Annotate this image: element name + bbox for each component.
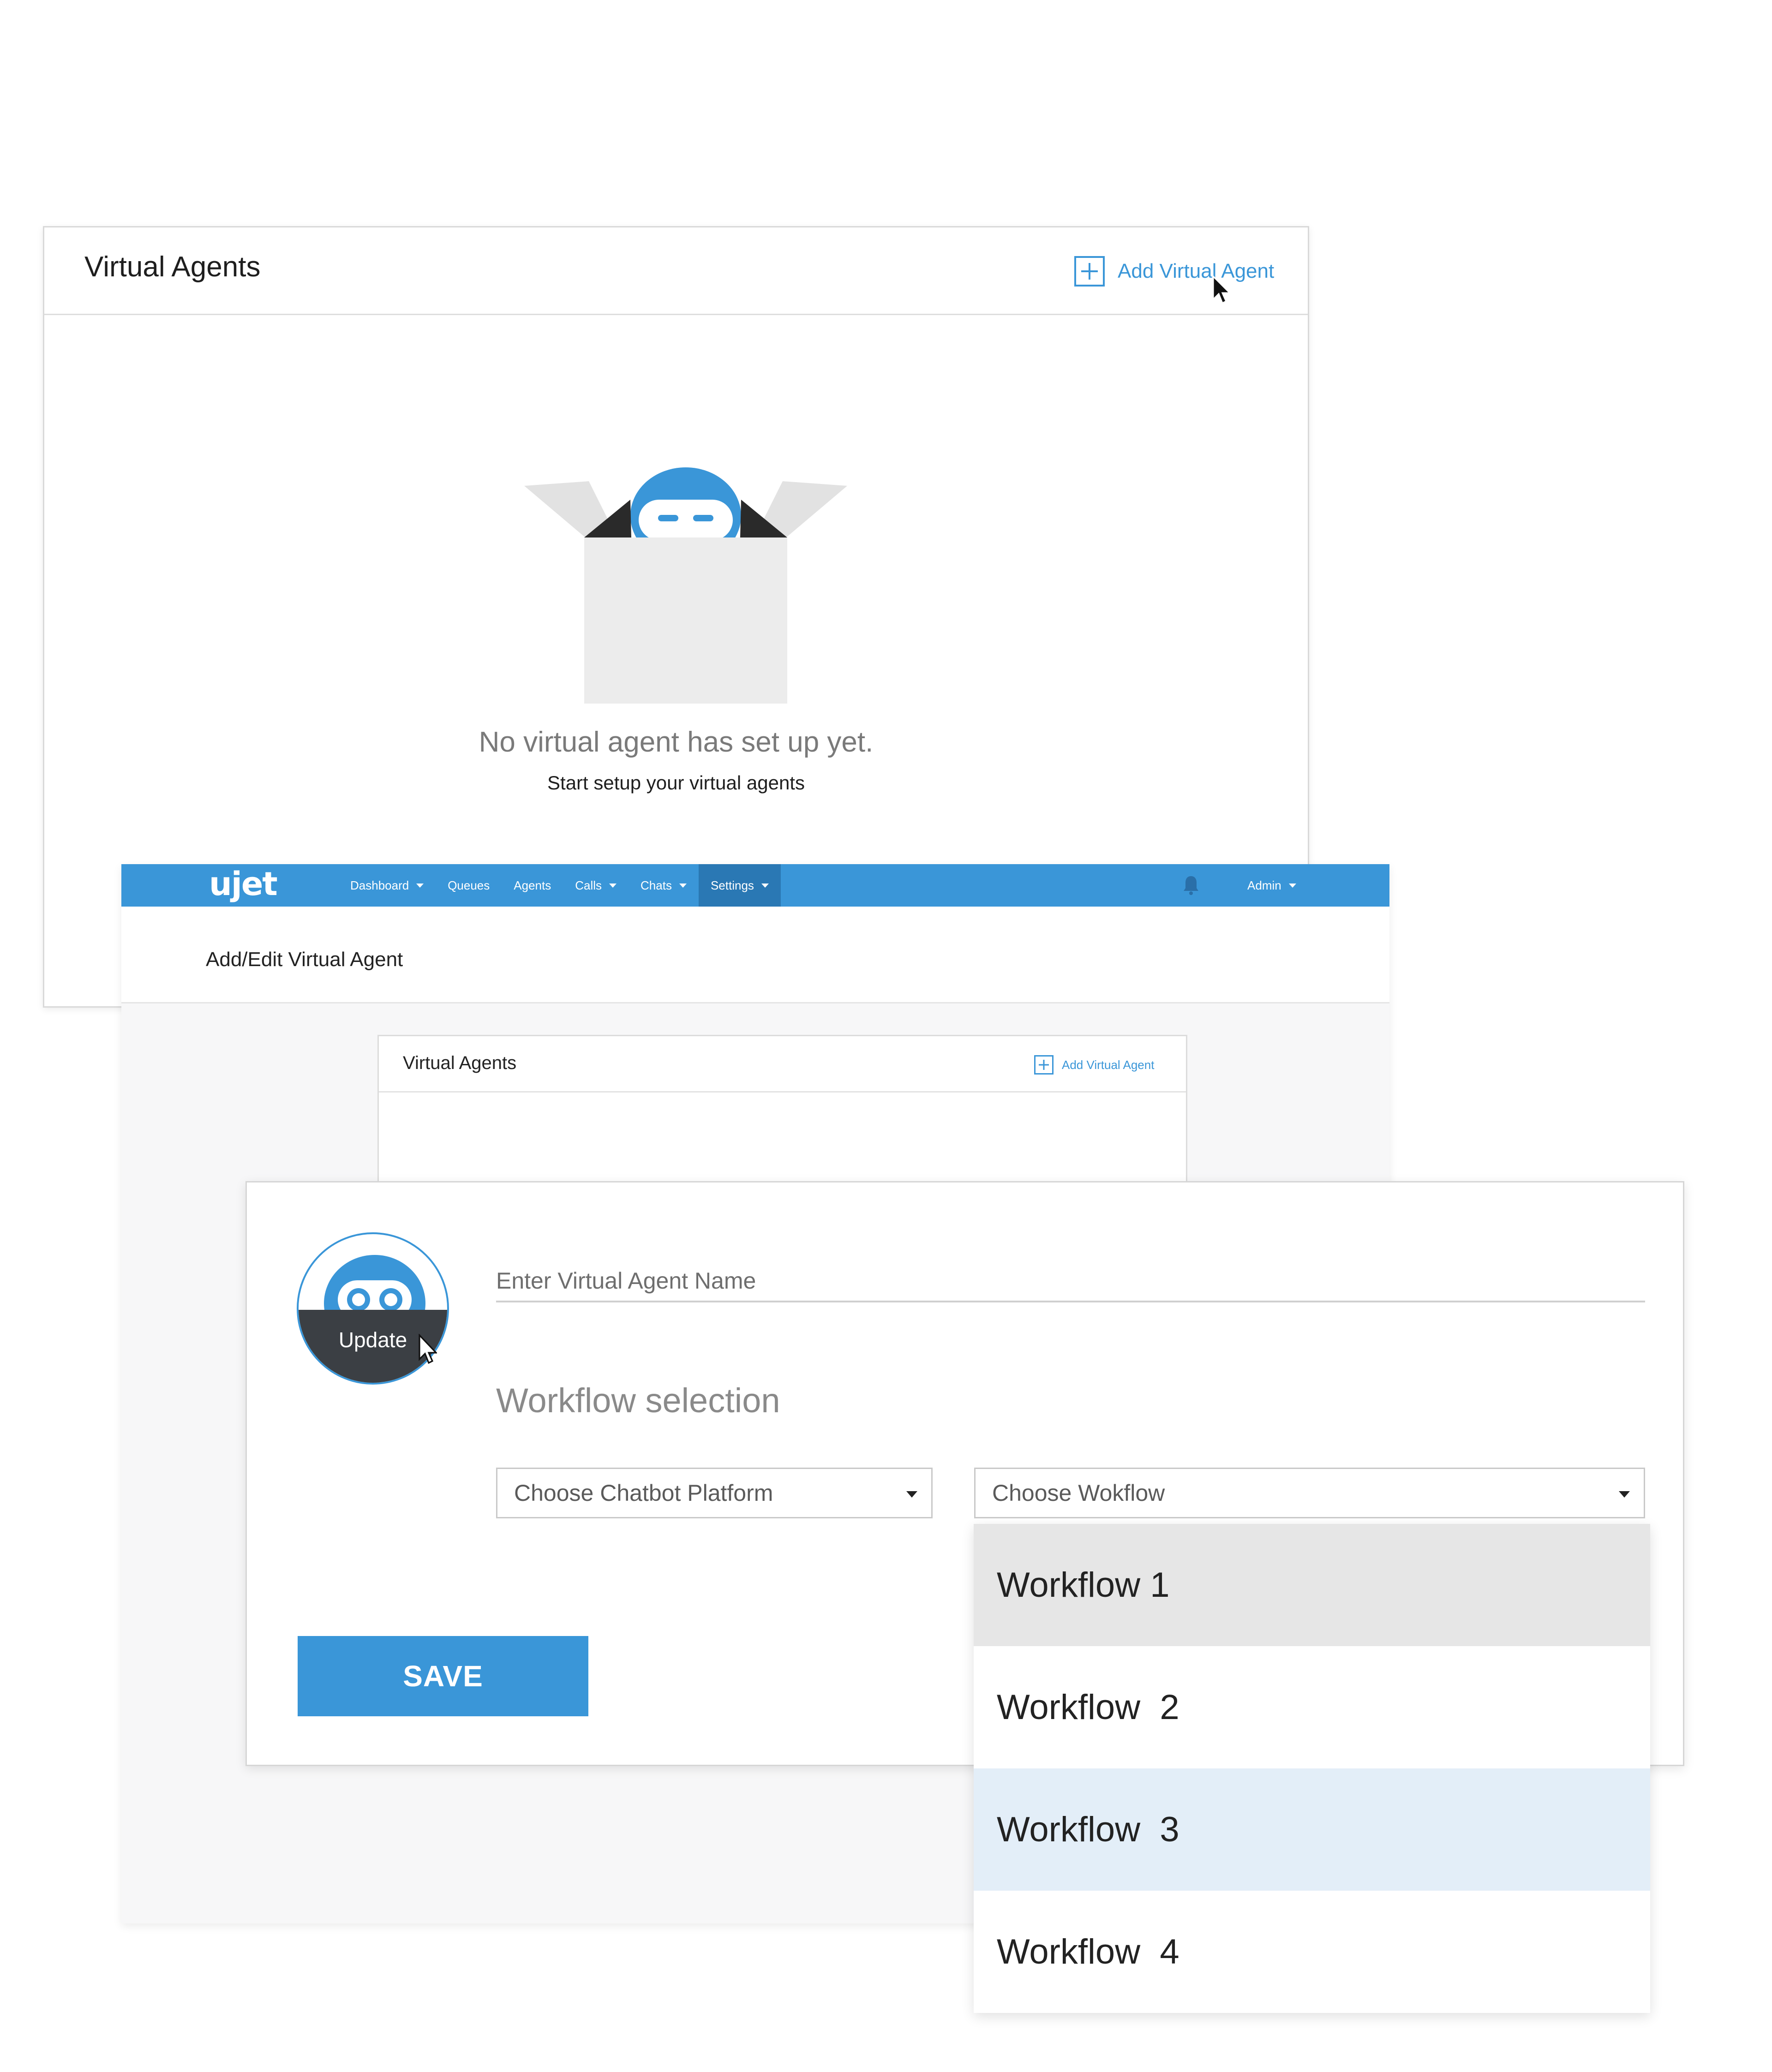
mouse-cursor-icon (419, 1334, 437, 1364)
chatbot-platform-value: Choose Chatbot Platform (514, 1480, 773, 1506)
plus-square-icon (1034, 1055, 1054, 1075)
chevron-down-icon (609, 883, 617, 888)
nav-item-queues[interactable]: Queues (436, 864, 502, 907)
box-body (584, 537, 787, 704)
add-virtual-agent-button[interactable]: Add Virtual Agent (1034, 1055, 1154, 1075)
mouse-cursor-icon (1212, 275, 1231, 305)
page-header: Add/Edit Virtual Agent (121, 907, 1389, 1003)
chevron-down-icon (1288, 883, 1296, 888)
workflow-dropdown-list: Workflow 1 Workflow 2 Workflow 3 Workflo… (974, 1524, 1650, 2013)
card-header: Virtual Agents Add Virtual Agent (379, 1036, 1186, 1093)
agent-name-input[interactable] (496, 1261, 1645, 1302)
save-button[interactable]: SAVE (298, 1636, 588, 1716)
page-title: Add/Edit Virtual Agent (206, 948, 403, 971)
admin-menu[interactable]: Admin (1247, 864, 1296, 907)
chatbot-platform-select[interactable]: Choose Chatbot Platform (496, 1468, 933, 1518)
ujet-logo: ujet (209, 865, 278, 903)
nav-item-chats[interactable]: Chats (629, 864, 699, 907)
chevron-down-icon (761, 883, 769, 888)
workflow-option[interactable]: Workflow 1 (974, 1524, 1650, 1646)
nav-menu: Dashboard Queues Agents Calls Chats Sett… (338, 864, 781, 907)
nav-item-calls[interactable]: Calls (563, 864, 629, 907)
empty-box-robot-illustration (524, 467, 847, 704)
nav-item-settings[interactable]: Settings (698, 864, 781, 907)
workflow-section-label: Workflow selection (496, 1381, 780, 1420)
empty-state-subtitle: Start setup your virtual agents (547, 772, 805, 794)
caret-down-icon (906, 1491, 917, 1498)
workflow-option[interactable]: Workflow 4 (974, 1891, 1650, 2013)
panel-header: Virtual Agents Add Virtual Agent (44, 227, 1308, 315)
add-virtual-agent-label: Add Virtual Agent (1118, 260, 1275, 282)
workflow-option[interactable]: Workflow 3 (974, 1768, 1650, 1891)
add-virtual-agent-button[interactable]: Add Virtual Agent (1074, 255, 1274, 287)
bell-icon[interactable] (1180, 874, 1202, 896)
nav-item-agents[interactable]: Agents (502, 864, 563, 907)
workflow-option[interactable]: Workflow 2 (974, 1646, 1650, 1768)
chevron-down-icon (416, 883, 424, 888)
card-title: Virtual Agents (403, 1053, 517, 1073)
top-navbar: ujet Dashboard Queues Agents Calls Chats… (121, 864, 1389, 907)
empty-state-title: No virtual agent has set up yet. (479, 726, 874, 758)
panel-title: Virtual Agents (84, 251, 261, 283)
caret-down-icon (1619, 1491, 1630, 1498)
workflow-value: Choose Wokflow (992, 1480, 1165, 1506)
nav-item-dashboard[interactable]: Dashboard (338, 864, 436, 907)
workflow-select[interactable]: Choose Wokflow (974, 1468, 1645, 1518)
plus-square-icon (1074, 256, 1105, 287)
chevron-down-icon (679, 883, 687, 888)
